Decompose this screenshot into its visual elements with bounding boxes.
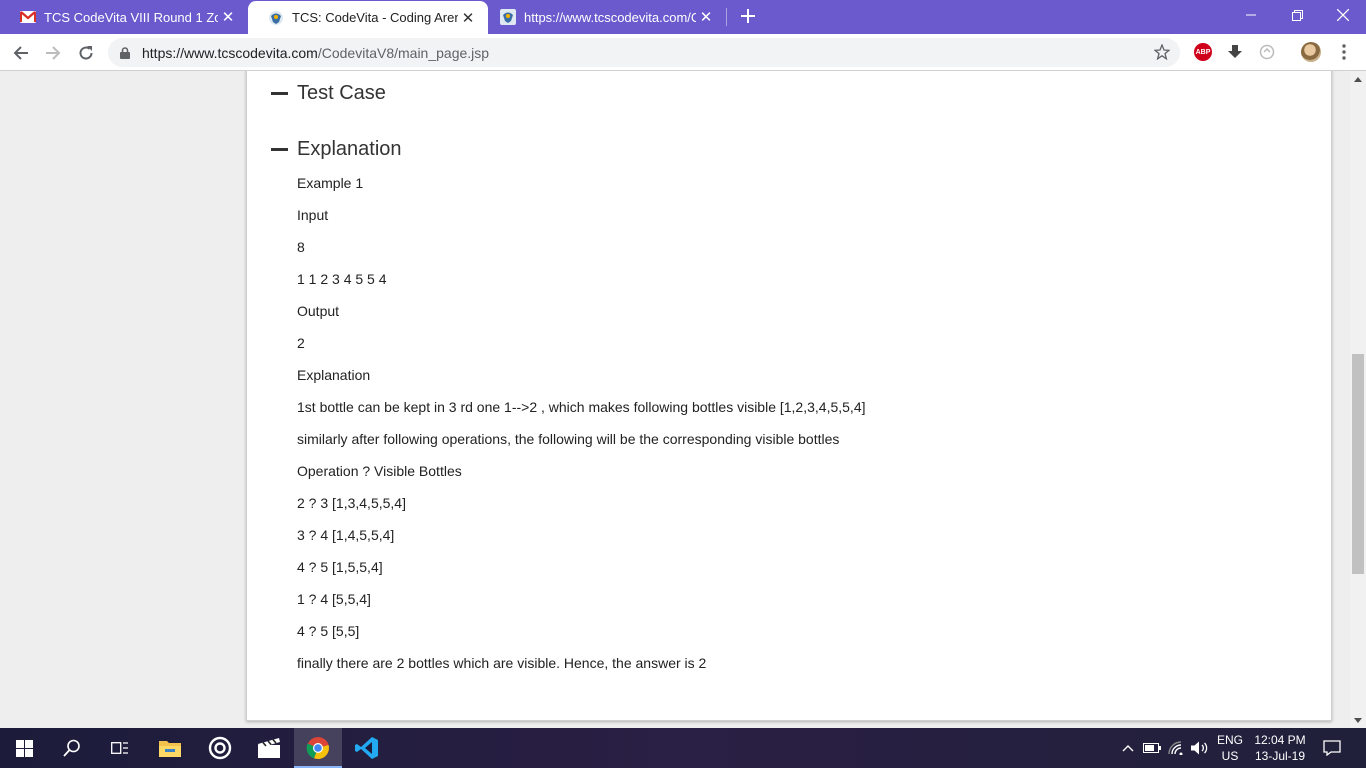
explanation-line: 1st bottle can be kept in 3 rd one 1-->2…: [297, 399, 866, 415]
input-language[interactable]: ENG US: [1214, 732, 1246, 764]
clapperboard-icon[interactable]: [245, 728, 293, 768]
settings-icon[interactable]: [196, 728, 244, 768]
page-viewport: Test Case Explanation Example 1 Input 8 …: [0, 71, 1350, 728]
tab-codevita-url[interactable]: https://www.tcscodevita.com/Co ✕: [488, 0, 726, 34]
gmail-icon: [20, 9, 36, 25]
tab-gmail[interactable]: TCS CodeVita VIII Round 1 Zone ✕: [0, 0, 248, 34]
abp-label: ABP: [1194, 43, 1212, 61]
start-icon[interactable]: [0, 728, 48, 768]
scroll-up-arrow-icon[interactable]: [1350, 71, 1366, 87]
explanation-line: Example 1: [297, 175, 364, 191]
url-text: https://www.tcscodevita.com/CodevitaV8/m…: [142, 45, 489, 61]
extension-icon[interactable]: [1257, 42, 1277, 62]
battery-icon[interactable]: [1142, 738, 1162, 758]
section-title: Test Case: [297, 82, 386, 104]
avatar: [1301, 42, 1321, 62]
problem-card: Test Case Explanation Example 1 Input 8 …: [246, 71, 1332, 721]
restore-button[interactable]: [1274, 0, 1320, 30]
close-tab-icon[interactable]: ✕: [696, 7, 716, 27]
explanation-body: Example 1 Input 8 1 1 2 3 4 5 5 4 Output…: [297, 175, 866, 687]
reload-icon: [79, 46, 93, 60]
tab-coding-arena[interactable]: TCS: CodeVita - Coding Arena ✕: [248, 1, 488, 34]
scroll-down-arrow-icon[interactable]: [1350, 712, 1366, 728]
collapse-icon[interactable]: [271, 92, 288, 95]
forward-button[interactable]: [40, 40, 66, 66]
tab-separator: [726, 8, 727, 26]
explanation-line: 8: [297, 239, 305, 255]
back-button[interactable]: [8, 40, 34, 66]
explanation-line: Explanation: [297, 367, 371, 383]
close-tab-icon[interactable]: ✕: [458, 8, 478, 28]
collapse-icon[interactable]: [271, 148, 288, 151]
url-host: https://www.tcscodevita.com: [142, 45, 318, 61]
windows-taskbar: ENG US 12:04 PM 13-Jul-19: [0, 728, 1366, 768]
explanation-line: 2 ? 3 [1,3,4,5,5,4]: [297, 495, 406, 511]
scroll-thumb[interactable]: [1352, 354, 1364, 574]
chrome-icon[interactable]: [294, 728, 342, 768]
action-center-notification-icon[interactable]: [1322, 738, 1342, 758]
codevita-icon: [268, 10, 284, 26]
explanation-line: 4 ? 5 [1,5,5,4]: [297, 559, 383, 575]
section-title: Explanation: [297, 138, 402, 160]
reload-button[interactable]: [73, 40, 99, 66]
tab-title: TCS CodeVita VIII Round 1 Zone: [44, 9, 218, 25]
explanation-line: 1 1 2 3 4 5 5 4: [297, 271, 387, 287]
close-window-button[interactable]: [1320, 0, 1366, 30]
clock-date: 13-Jul-19: [1254, 749, 1306, 763]
tab-title: TCS: CodeVita - Coding Arena: [292, 10, 458, 25]
bookmark-star-icon[interactable]: [1153, 43, 1171, 65]
task-view-icon[interactable]: [96, 728, 144, 768]
system-clock[interactable]: 12:04 PM 13-Jul-19: [1252, 732, 1308, 764]
close-tab-icon[interactable]: ✕: [218, 7, 238, 27]
explanation-header[interactable]: Explanation: [271, 138, 402, 161]
vertical-scrollbar[interactable]: [1350, 71, 1366, 728]
file-explorer-icon[interactable]: [146, 728, 194, 768]
adblock-plus-icon[interactable]: ABP: [1193, 42, 1213, 62]
browser-toolbar: https://www.tcscodevita.com/CodevitaV8/m…: [0, 34, 1366, 71]
forward-arrow-icon: [46, 46, 61, 60]
show-hidden-icons-chevron-up-icon[interactable]: [1118, 738, 1138, 758]
explanation-line: 4 ? 5 [5,5]: [297, 623, 360, 639]
new-tab-button[interactable]: [737, 5, 759, 27]
explanation-line: Output: [297, 303, 340, 319]
tab-strip: TCS CodeVita VIII Round 1 Zone ✕ TCS: Co…: [0, 0, 1366, 34]
explanation-line: 2: [297, 335, 305, 351]
language-secondary: US: [1221, 749, 1239, 763]
download-icon[interactable]: [1225, 42, 1245, 62]
volume-icon[interactable]: [1190, 738, 1210, 758]
address-bar[interactable]: https://www.tcscodevita.com/CodevitaV8/m…: [108, 38, 1180, 67]
language-primary: ENG: [1216, 733, 1243, 747]
explanation-line: finally there are 2 bottles which are vi…: [297, 655, 707, 671]
explanation-line: similarly after following operations, th…: [297, 431, 840, 447]
clock-time: 12:04 PM: [1254, 733, 1306, 747]
wifi-icon[interactable]: [1166, 738, 1186, 758]
explanation-line: 3 ? 4 [1,4,5,5,4]: [297, 527, 395, 543]
explanation-line: Operation ? Visible Bottles: [297, 463, 462, 479]
lock-icon: [120, 46, 130, 64]
back-arrow-icon: [13, 46, 28, 60]
tab-title: https://www.tcscodevita.com/Co: [524, 9, 696, 25]
codevita-icon: [500, 9, 516, 25]
search-icon[interactable]: [48, 728, 96, 768]
url-path: /CodevitaV8/main_page.jsp: [317, 45, 490, 61]
test-case-header[interactable]: Test Case: [271, 82, 386, 105]
vscode-icon[interactable]: [343, 728, 391, 768]
explanation-line: 1 ? 4 [5,5,4]: [297, 591, 371, 607]
explanation-line: Input: [297, 207, 329, 223]
menu-icon[interactable]: [1334, 42, 1354, 62]
profile-avatar[interactable]: [1301, 42, 1321, 62]
minimize-button[interactable]: [1228, 0, 1274, 30]
